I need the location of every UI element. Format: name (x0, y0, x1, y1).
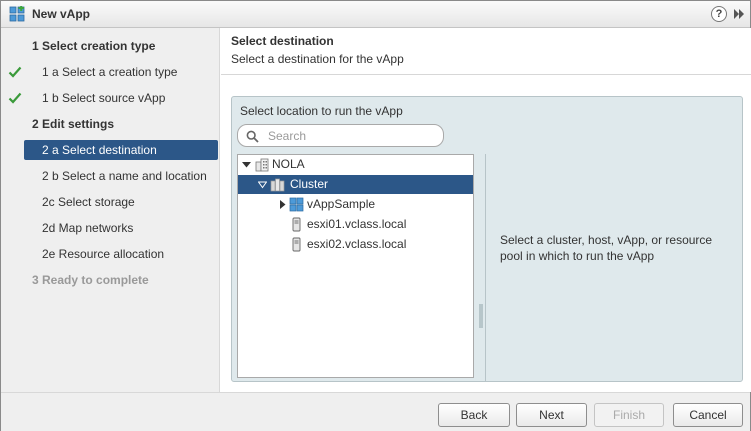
selection-hint: Select a cluster, host, vApp, or resourc… (500, 233, 713, 263)
step-edit-settings[interactable]: 2 Edit settings (1, 114, 220, 134)
collapsed-triangle-icon[interactable] (278, 200, 287, 209)
location-panel: Select location to run the vApp Search N… (231, 96, 743, 382)
panel-label: Select location to run the vApp (240, 104, 403, 118)
wizard-steps: 1 Select creation type 1 a Select a crea… (1, 28, 220, 392)
tree-node-label: NOLA (272, 157, 305, 171)
tree-node-label: Cluster (290, 177, 329, 191)
tree-node-esxi02[interactable]: esxi02.vclass.local (238, 235, 473, 254)
tree-node-cluster[interactable]: Cluster (238, 175, 473, 194)
step-select-name-and-location[interactable]: 2 b Select a name and location (1, 166, 220, 186)
button-bar: Back Next Finish Cancel (1, 392, 750, 431)
step-resource-allocation[interactable]: 2e Resource allocation (1, 244, 220, 264)
header-divider (221, 74, 751, 75)
step-label: 2e Resource allocation (42, 247, 165, 261)
search-input[interactable] (268, 128, 433, 143)
step-label: 1 Select creation type (32, 39, 156, 53)
host-icon (292, 217, 301, 232)
step-map-networks[interactable]: 2d Map networks (1, 218, 220, 238)
content-pane: Select destination Select a destination … (221, 28, 751, 392)
cluster-icon (270, 178, 285, 192)
inventory-tree: NOLA Cluster vAppSample esxi01.vclass.lo… (237, 154, 474, 378)
new-vapp-dialog: New vApp ? 1 Select creation type 1 a Se… (0, 0, 751, 431)
step-select-destination[interactable]: 2 a Select destination (1, 140, 220, 160)
step-label: 2d Map networks (42, 221, 134, 235)
page-subtitle: Select a destination for the vApp (231, 52, 404, 66)
step-select-storage[interactable]: 2c Select storage (1, 192, 220, 212)
step-ready-to-complete: 3 Ready to complete (1, 270, 220, 290)
page-title: Select destination (231, 34, 334, 48)
host-icon (292, 237, 301, 252)
tree-node-esxi01[interactable]: esxi01.vclass.local (238, 215, 473, 234)
step-select-source-vapp[interactable]: 1 b Select source vApp (1, 88, 220, 108)
expanded-triangle-icon[interactable] (242, 160, 251, 169)
check-icon (8, 92, 22, 104)
check-icon (8, 66, 22, 78)
vapp-icon (289, 197, 304, 212)
help-icon[interactable]: ? (711, 6, 727, 22)
search-icon (246, 130, 259, 143)
step-select-a-creation-type[interactable]: 1 a Select a creation type (1, 62, 220, 82)
step-label: 1 a Select a creation type (42, 65, 178, 79)
step-select-creation-type[interactable]: 1 Select creation type (1, 36, 220, 56)
finish-button: Finish (594, 403, 664, 427)
splitter-handle[interactable] (479, 154, 484, 378)
title-bar: New vApp ? (1, 1, 750, 28)
step-label: 2 Edit settings (32, 117, 115, 131)
expand-icon[interactable] (732, 7, 746, 21)
tree-node-vappsample[interactable]: vAppSample (238, 195, 473, 214)
vapp-icon (9, 6, 25, 22)
step-label: 2 b Select a name and location (42, 169, 207, 183)
back-button[interactable]: Back (438, 403, 510, 427)
tree-node-label: esxi02.vclass.local (307, 237, 407, 251)
tree-node-nola[interactable]: NOLA (238, 155, 473, 174)
expanded-triangle-icon[interactable] (258, 180, 267, 189)
dialog-title: New vApp (32, 7, 91, 21)
cancel-button[interactable]: Cancel (673, 403, 743, 427)
panel-divider (485, 154, 486, 382)
step-label: 2c Select storage (42, 195, 135, 209)
step-label: 3 Ready to complete (32, 273, 149, 287)
datacenter-icon (255, 158, 269, 172)
tree-node-label: esxi01.vclass.local (307, 217, 407, 231)
next-button[interactable]: Next (516, 403, 587, 427)
tree-node-label: vAppSample (307, 197, 376, 211)
step-label: 2 a Select destination (42, 143, 157, 157)
search-box[interactable] (237, 124, 444, 147)
step-label: 1 b Select source vApp (42, 91, 166, 105)
